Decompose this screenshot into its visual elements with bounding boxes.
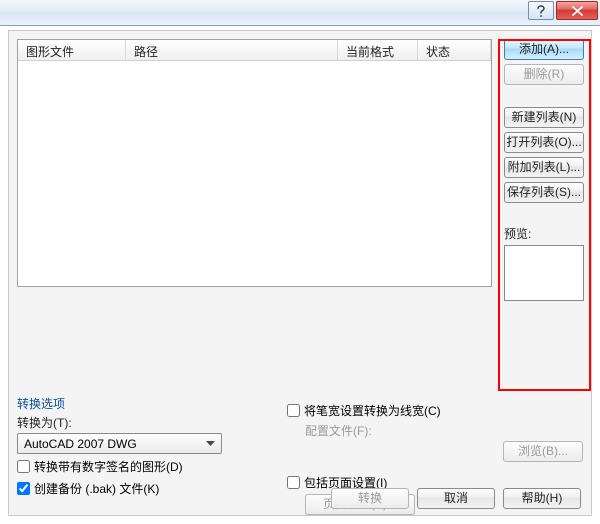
chk-linewidth-input[interactable] <box>287 404 300 417</box>
col-filename[interactable]: 图形文件 <box>18 40 126 60</box>
append-list-button[interactable]: 附加列表(L)... <box>504 157 584 178</box>
table-header: 图形文件 路径 当前格式 状态 <box>18 40 491 61</box>
preview-box <box>504 245 584 301</box>
chk-convert-signed-label: 转换带有数字签名的图形(D) <box>34 458 183 475</box>
close-icon <box>572 6 583 16</box>
titlebar-help-button[interactable] <box>528 1 554 20</box>
options-group-title: 转换选项 <box>17 395 287 412</box>
help-icon <box>536 5 546 17</box>
convert-to-combo[interactable]: AutoCAD 2007 DWG <box>17 433 222 454</box>
file-list-table[interactable]: 图形文件 路径 当前格式 状态 <box>17 39 492 287</box>
chk-convert-signed-input[interactable] <box>17 460 30 473</box>
help-button[interactable]: 帮助(H) <box>503 488 581 509</box>
titlebar-close-button[interactable] <box>556 1 598 20</box>
convert-to-label: 转换为(T): <box>17 414 287 431</box>
add-button[interactable]: 添加(A)... <box>504 39 584 60</box>
cancel-button[interactable]: 取消 <box>417 488 495 509</box>
titlebar <box>0 0 600 26</box>
chk-linewidth-label: 将笔宽设置转换为线宽(C) <box>304 402 441 419</box>
new-list-button[interactable]: 新建列表(N) <box>504 107 584 128</box>
dialog-footer: 转换 取消 帮助(H) <box>9 481 591 515</box>
config-file-label: 配置文件(F): <box>305 422 372 439</box>
col-format[interactable]: 当前格式 <box>338 40 418 60</box>
chk-convert-signed[interactable]: 转换带有数字签名的图形(D) <box>17 458 183 475</box>
browse-button: 浏览(B)... <box>503 441 583 462</box>
save-list-button[interactable]: 保存列表(S)... <box>504 182 584 203</box>
side-panel: 添加(A)... 删除(R) 新建列表(N) 打开列表(O)... 附加列表(L… <box>504 39 584 301</box>
combo-value: AutoCAD 2007 DWG <box>24 437 137 451</box>
col-path[interactable]: 路径 <box>126 40 338 60</box>
chk-linewidth[interactable]: 将笔宽设置转换为线宽(C) <box>287 402 441 419</box>
dialog-body: 图形文件 路径 当前格式 状态 添加(A)... 删除(R) 新建列表(N) 打… <box>8 30 592 516</box>
col-status[interactable]: 状态 <box>418 40 491 60</box>
convert-button: 转换 <box>331 488 409 509</box>
open-list-button[interactable]: 打开列表(O)... <box>504 132 584 153</box>
chevron-down-icon <box>203 441 217 447</box>
remove-button: 删除(R) <box>504 64 584 85</box>
preview-label: 预览: <box>504 225 584 242</box>
